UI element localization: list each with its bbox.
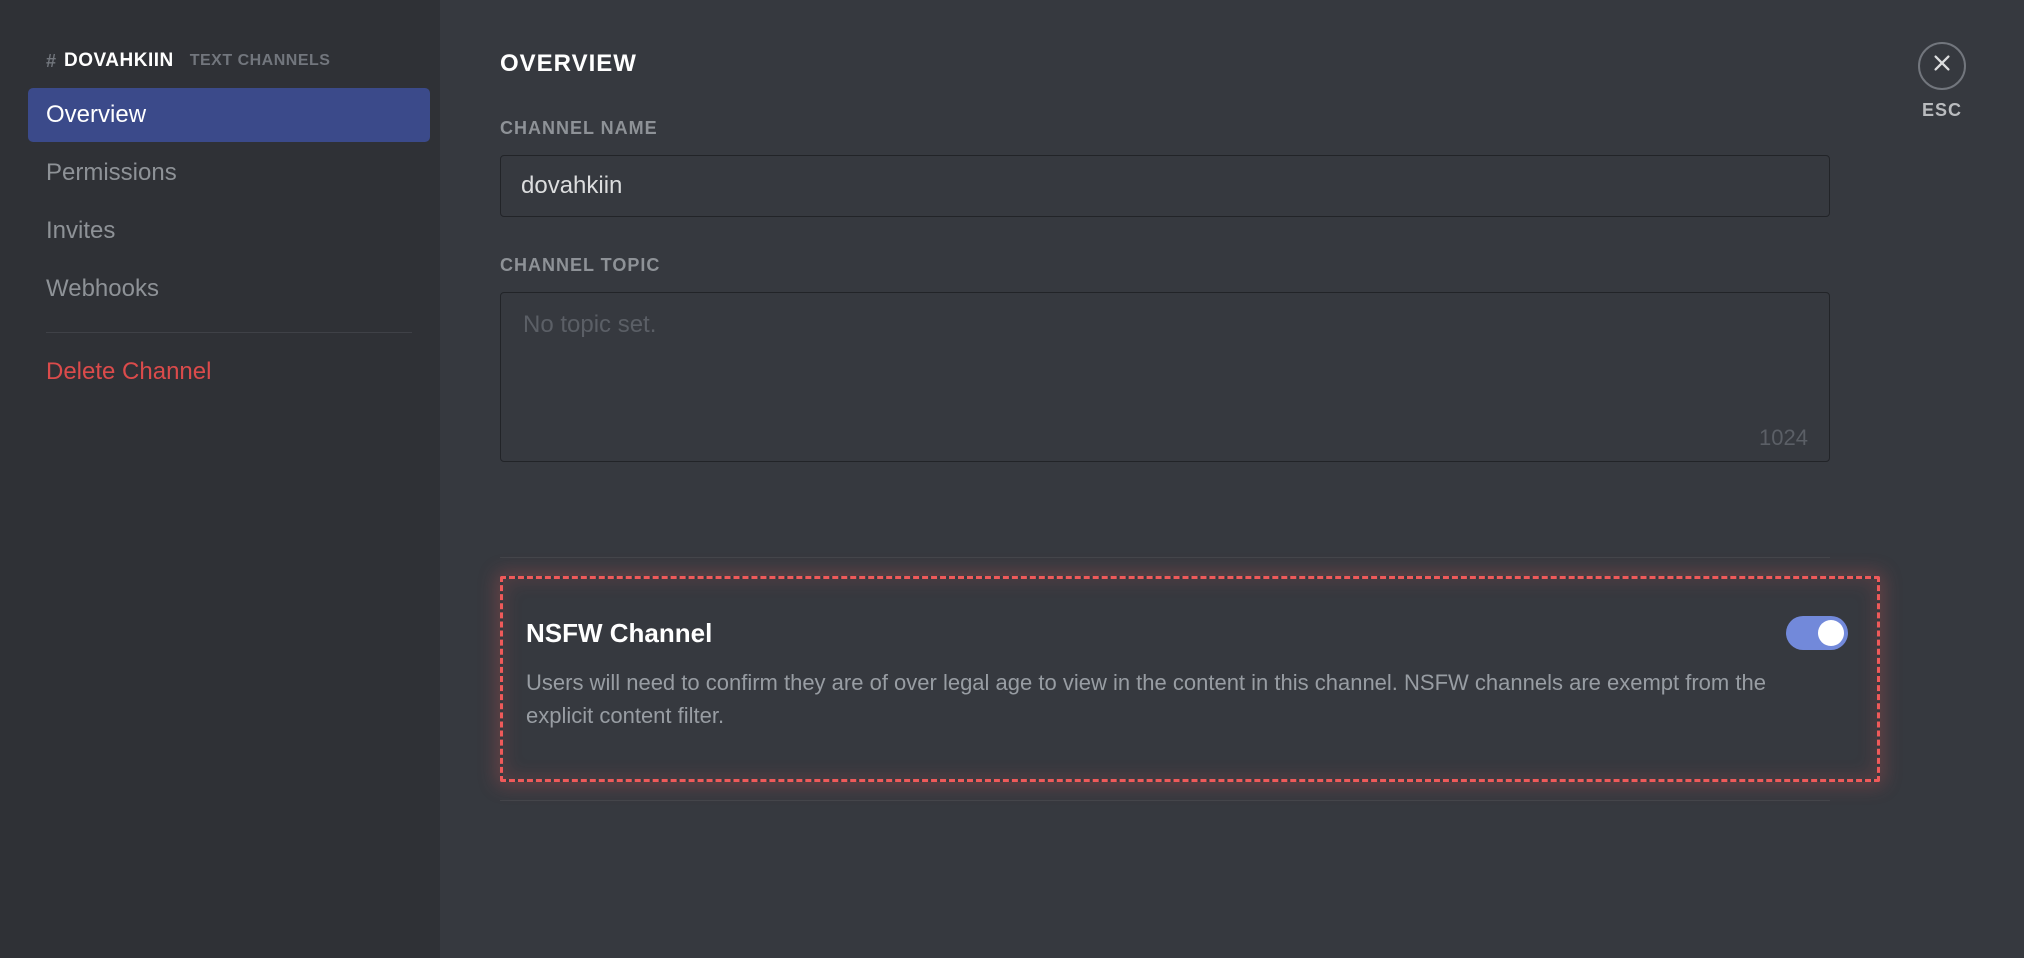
sidebar-item-invites[interactable]: Invites (28, 204, 430, 258)
sidebar-item-label: Permissions (46, 159, 177, 186)
sidebar-item-label: Webhooks (46, 275, 159, 302)
close-label: ESC (1922, 100, 1962, 121)
channel-topic-wrap: 1024 (500, 292, 1830, 467)
nsfw-toggle[interactable] (1786, 616, 1848, 650)
sidebar-channel-name: DOVAHKIIN (64, 50, 174, 72)
sidebar-item-overview[interactable]: Overview (28, 88, 430, 142)
sidebar-header: # DOVAHKIIN TEXT CHANNELS (28, 50, 430, 88)
sidebar-item-delete-channel[interactable]: Delete Channel (28, 345, 430, 399)
sidebar-item-label: Delete Channel (46, 358, 211, 385)
sidebar-divider (46, 332, 412, 333)
sidebar-item-permissions[interactable]: Permissions (28, 146, 430, 200)
section-divider (500, 800, 1830, 801)
hash-icon: # (46, 51, 56, 72)
nsfw-description: Users will need to confirm they are of o… (526, 666, 1806, 732)
topic-char-remaining: 1024 (1759, 425, 1808, 451)
nsfw-row: NSFW Channel (526, 616, 1854, 650)
sidebar: # DOVAHKIIN TEXT CHANNELS Overview Permi… (0, 0, 440, 958)
sidebar-item-label: Overview (46, 101, 146, 128)
close-icon (1931, 52, 1953, 80)
channel-topic-label: CHANNEL TOPIC (500, 255, 1964, 276)
section-divider (500, 557, 1830, 558)
channel-name-input[interactable] (500, 155, 1830, 217)
sidebar-header-sub: TEXT CHANNELS (190, 52, 331, 70)
channel-name-label: CHANNEL NAME (500, 118, 1964, 139)
channel-topic-input[interactable] (500, 292, 1830, 462)
sidebar-item-webhooks[interactable]: Webhooks (28, 262, 430, 316)
nsfw-section: NSFW Channel Users will need to confirm … (500, 576, 1880, 782)
close-button-group: ESC (1918, 42, 1966, 121)
toggle-knob (1818, 620, 1844, 646)
sidebar-item-label: Invites (46, 217, 115, 244)
close-button[interactable] (1918, 42, 1966, 90)
page-title: OVERVIEW (500, 50, 1964, 78)
nsfw-title: NSFW Channel (526, 618, 712, 649)
main-content: ESC OVERVIEW CHANNEL NAME CHANNEL TOPIC … (440, 0, 2024, 958)
